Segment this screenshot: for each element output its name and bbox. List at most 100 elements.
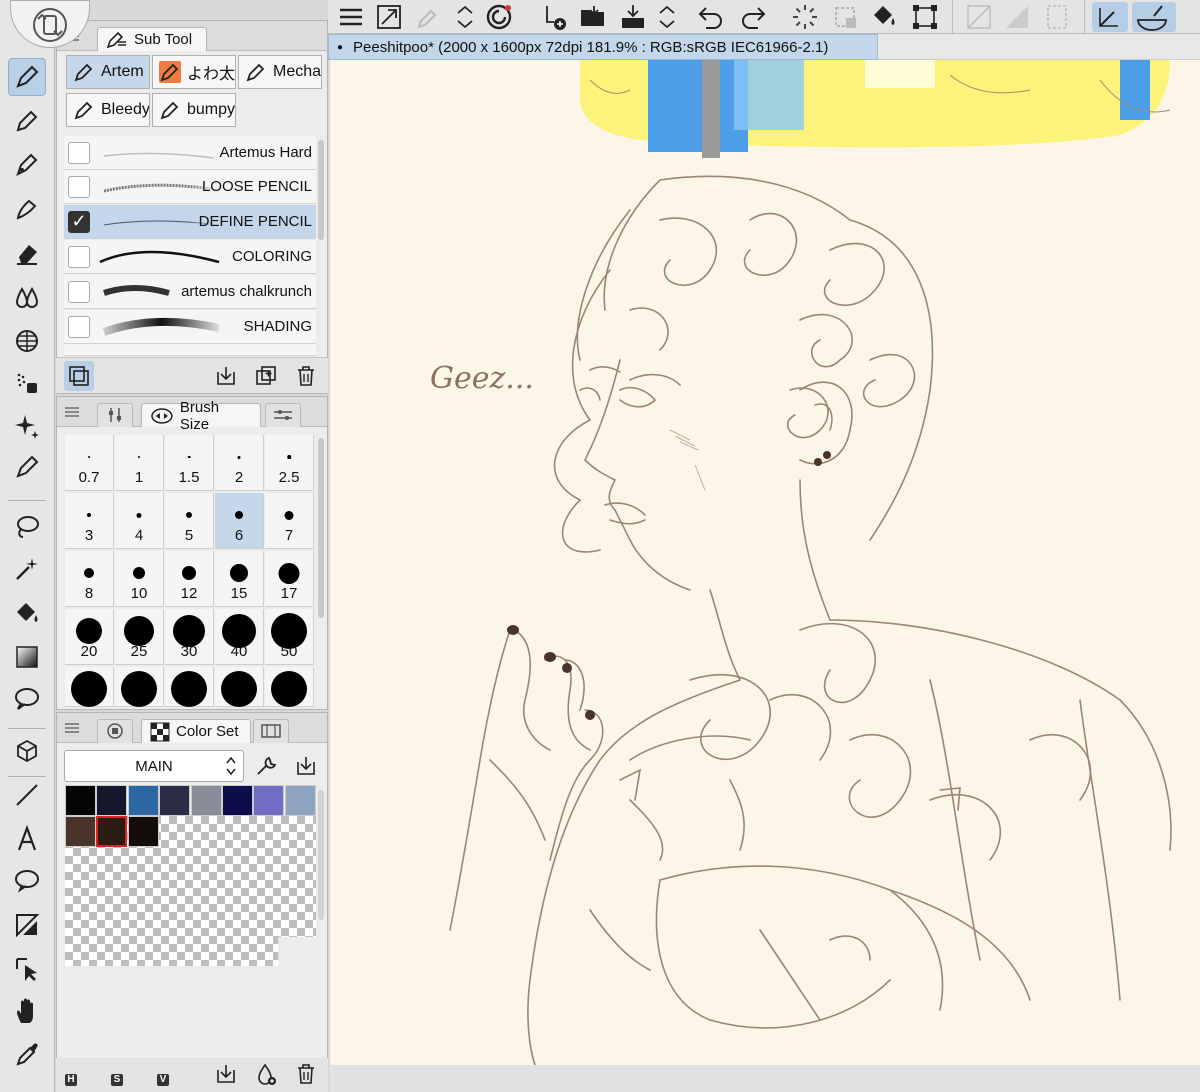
redo-icon[interactable]: [738, 2, 768, 32]
brush-size-option[interactable]: [65, 667, 114, 707]
tab-color-set[interactable]: Color Set: [141, 719, 251, 743]
brush-size-option[interactable]: 15: [215, 551, 264, 607]
color-swatch[interactable]: [190, 785, 222, 816]
frame-tool-button[interactable]: [8, 906, 46, 944]
fill-tool-button[interactable]: [8, 594, 46, 632]
blend-tool-button[interactable]: [8, 278, 46, 316]
brush-size-option[interactable]: 17: [265, 551, 314, 607]
brush-item-loose-pencil[interactable]: LOOSE PENCIL: [64, 170, 316, 204]
brush-size-option[interactable]: 0.7: [65, 435, 114, 491]
brush-size-option[interactable]: [115, 667, 164, 707]
brush-size-option[interactable]: 30: [165, 609, 214, 665]
brush-item-artemus-chalkrunch[interactable]: artemus chalkrunch: [64, 275, 316, 309]
hand-tool-button[interactable]: [8, 992, 46, 1030]
import-icon[interactable]: [214, 1062, 238, 1086]
subtool-chip-artem[interactable]: Artem: [66, 55, 150, 89]
brush-size-scrollbar[interactable]: [318, 438, 324, 618]
brush-size-option[interactable]: 1.5: [165, 435, 214, 491]
brush-size-option[interactable]: 1: [115, 435, 164, 491]
brush-list-scrollbar[interactable]: [318, 140, 324, 240]
reference-layer-icon[interactable]: [1132, 2, 1176, 32]
drag-grip-icon[interactable]: [65, 723, 79, 733]
airbrush-tool-button[interactable]: [8, 364, 46, 402]
brush-item-define-pencil[interactable]: ✓ DEFINE PENCIL: [64, 205, 316, 239]
brush-size-option[interactable]: 4: [115, 493, 164, 549]
color-mode-s-label[interactable]: S: [111, 1074, 123, 1086]
chevron-updown-icon[interactable]: [652, 2, 682, 32]
brush-size-option[interactable]: 5: [165, 493, 214, 549]
layer-mask-icon[interactable]: [1042, 2, 1072, 32]
brush-size-option[interactable]: 7: [265, 493, 314, 549]
tab-brush-size[interactable]: Brush Size: [141, 399, 261, 433]
brush-size-option[interactable]: 40: [215, 609, 264, 665]
undo-icon[interactable]: [696, 2, 726, 32]
tab-brush-shape[interactable]: [265, 403, 301, 427]
decoration-tool-button[interactable]: [8, 322, 46, 360]
subtool-settings-button[interactable]: [64, 361, 94, 391]
brush-size-option[interactable]: [215, 667, 264, 707]
color-swatch[interactable]: [127, 785, 159, 816]
eraser-tool-button[interactable]: [8, 234, 46, 272]
color-swatch[interactable]: [253, 785, 285, 816]
tab-color-wheel[interactable]: [97, 719, 133, 743]
transform-icon[interactable]: [910, 2, 940, 32]
balloon-tool-button[interactable]: [8, 680, 46, 718]
tab-tool-property[interactable]: [97, 403, 133, 427]
open-folder-icon[interactable]: [578, 2, 608, 32]
fit-canvas-icon[interactable]: [374, 2, 404, 32]
color-swatch[interactable]: [127, 816, 159, 847]
subtool-chip-bleedy[interactable]: Bleedy: [66, 93, 150, 127]
import-icon[interactable]: [214, 364, 238, 388]
brush-visible-checkbox[interactable]: [68, 245, 90, 268]
brush-size-option[interactable]: 12: [165, 551, 214, 607]
brush-size-option[interactable]: [265, 667, 314, 707]
magic-wand-tool-button[interactable]: [8, 550, 46, 588]
color-set-select[interactable]: MAIN: [64, 750, 244, 782]
brush-visible-checkbox[interactable]: [68, 141, 90, 164]
color-set-scrollbar[interactable]: [318, 790, 324, 920]
draft-layer-icon[interactable]: [1092, 2, 1128, 32]
brush-size-option[interactable]: 8: [65, 551, 114, 607]
text-tool-button[interactable]: [8, 820, 46, 858]
trash-icon[interactable]: [294, 1062, 318, 1086]
balloon-2-tool-button[interactable]: [8, 862, 46, 900]
duplicate-icon[interactable]: [254, 364, 278, 388]
color-mode-v-label[interactable]: V: [157, 1074, 169, 1086]
clear-selection-icon[interactable]: [830, 2, 860, 32]
object-tool-button[interactable]: [8, 732, 46, 770]
color-swatch[interactable]: [284, 785, 316, 816]
color-swatch[interactable]: [159, 785, 191, 816]
eyedropper-tool-button[interactable]: [8, 1034, 46, 1072]
ink-tool-button[interactable]: [8, 190, 46, 228]
unsaved-dot-icon[interactable]: ●: [337, 42, 343, 53]
menu-icon[interactable]: [336, 2, 366, 32]
brush-size-option[interactable]: 2: [215, 435, 264, 491]
color-swatch[interactable]: [96, 816, 128, 847]
brush-item-shading[interactable]: SHADING: [64, 310, 316, 344]
save-icon[interactable]: [618, 2, 648, 32]
add-color-drop-icon[interactable]: [254, 1062, 278, 1086]
new-file-icon[interactable]: [540, 2, 570, 32]
operation-tool-button[interactable]: [8, 950, 46, 988]
brush-size-option[interactable]: [165, 667, 214, 707]
brush-visible-checkbox[interactable]: ✓: [68, 210, 90, 233]
brush-size-option[interactable]: 50: [265, 609, 314, 665]
brush-visible-checkbox[interactable]: [68, 315, 90, 338]
loading-spinner-icon[interactable]: [790, 2, 820, 32]
brush-size-option[interactable]: 2.5: [265, 435, 314, 491]
lasso-tool-button[interactable]: [8, 508, 46, 546]
drag-grip-icon[interactable]: [65, 407, 79, 417]
clip-studio-logo-icon[interactable]: [484, 2, 514, 32]
pen-tool-button[interactable]: [8, 58, 46, 96]
color-swatch[interactable]: [65, 785, 96, 816]
trash-icon[interactable]: [294, 364, 318, 388]
eyedropper-disabled-icon[interactable]: [414, 2, 444, 32]
brush-size-option[interactable]: 20: [65, 609, 114, 665]
color-swatch[interactable]: [96, 785, 128, 816]
color-swatch[interactable]: [65, 816, 96, 847]
document-tab[interactable]: ● Peeshitpoo* (2000 x 1600px 72dpi 181.9…: [328, 34, 878, 60]
brush-item-coloring[interactable]: COLORING: [64, 240, 316, 274]
subtool-chip-yowata[interactable]: よわ太: [152, 55, 236, 89]
brush-size-option[interactable]: 10: [115, 551, 164, 607]
brush-item-artemus-hard[interactable]: Artemus Hard: [64, 136, 316, 170]
